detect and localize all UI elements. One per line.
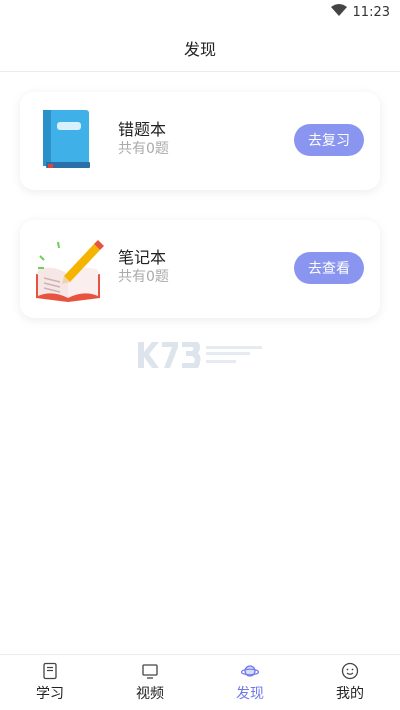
tab-study[interactable]: 学习 [0, 655, 100, 710]
page-title: 发现 [183, 39, 216, 59]
mistake-book-card[interactable]: 错题本 共有0题 去复习 [20, 92, 380, 190]
status-bar: 11:23 [0, 0, 400, 24]
tab-discover[interactable]: 发现 [200, 655, 300, 710]
card-subtitle: 共有0题 [118, 269, 169, 285]
blue-book-icon [34, 106, 104, 176]
smiley-icon [341, 662, 359, 680]
book-icon [43, 662, 57, 680]
tab-label: 我的 [336, 686, 364, 702]
k73-watermark-logo [136, 338, 266, 372]
tab-mine[interactable]: 我的 [300, 655, 400, 710]
page-header: 发现 [0, 24, 400, 72]
tab-video[interactable]: 视频 [100, 655, 200, 710]
tab-label: 视频 [136, 686, 164, 702]
view-button[interactable]: 去查看 [294, 252, 364, 284]
planet-icon [241, 665, 259, 677]
wifi-icon [330, 4, 347, 20]
card-title: 错题本 [118, 120, 167, 139]
status-time: 11:23 [352, 4, 390, 20]
card-subtitle: 共有0题 [118, 141, 169, 157]
tab-label: 学习 [36, 686, 64, 702]
tab-label: 发现 [236, 686, 264, 702]
notebook-pencil-icon [34, 234, 104, 304]
card-title: 笔记本 [118, 248, 167, 267]
notebook-card[interactable]: 笔记本 共有0题 去查看 [20, 220, 380, 318]
review-button[interactable]: 去复习 [294, 124, 364, 156]
bottom-tab-bar: 学习 视频 发现 我的 [0, 654, 400, 710]
monitor-icon [142, 664, 158, 679]
